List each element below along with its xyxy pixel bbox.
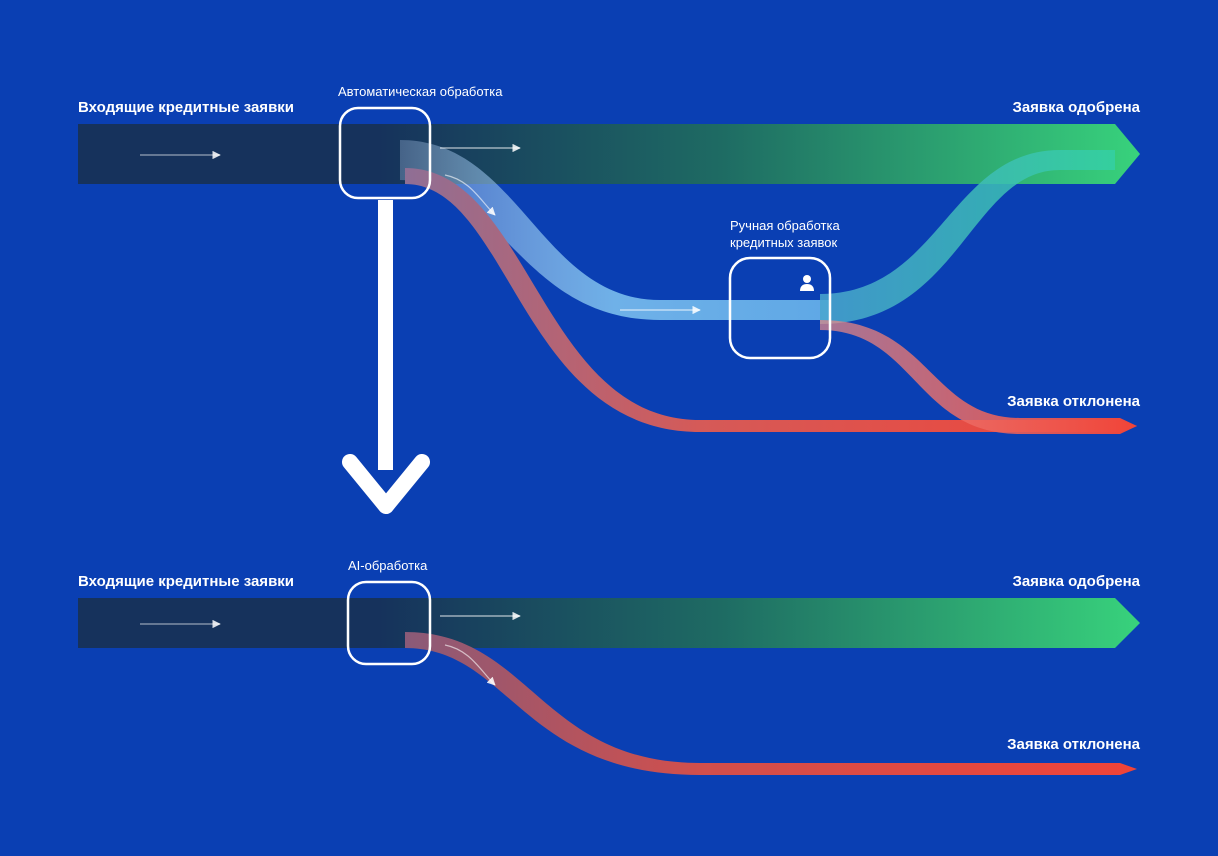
bottom-flow: Входящие кредитные заявки AI-обработка З… <box>78 558 1141 775</box>
incoming-label-top: Входящие кредитные заявки <box>78 99 294 116</box>
incoming-band-top <box>78 124 378 184</box>
flow-diagram: Входящие кредитные заявки Автоматическая… <box>0 0 1218 856</box>
incoming-label-bottom: Входящие кредитные заявки <box>78 573 294 590</box>
manual-label-l1: Ручная обработка <box>730 218 840 233</box>
rejected-label-top: Заявка отклонена <box>1007 393 1141 410</box>
approved-band-bottom <box>378 598 1140 648</box>
rejected-label-bottom: Заявка отклонена <box>1007 736 1141 753</box>
ai-reject-flow <box>405 632 1137 775</box>
auto-label: Автоматическая обработка <box>338 84 503 99</box>
down-arrow-icon <box>350 200 422 506</box>
top-flow: Входящие кредитные заявки Автоматическая… <box>78 84 1141 434</box>
manual-label-l2: кредитных заявок <box>730 235 838 250</box>
ai-label: AI-обработка <box>348 558 428 573</box>
approved-label-top: Заявка одобрена <box>1012 99 1140 116</box>
incoming-band-bottom <box>78 598 378 648</box>
manual-reject-flow <box>820 320 1137 434</box>
person-icon <box>800 275 814 291</box>
approved-label-bottom: Заявка одобрена <box>1012 573 1140 590</box>
